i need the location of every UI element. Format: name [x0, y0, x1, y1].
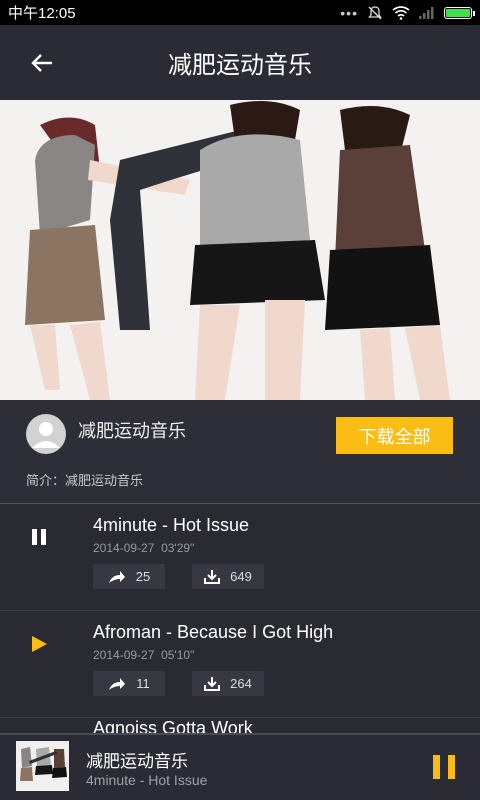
- arrow-left-icon: [31, 53, 52, 72]
- share-button[interactable]: 25: [93, 564, 165, 589]
- pause-button[interactable]: [28, 526, 50, 548]
- mini-player-cover: [16, 741, 69, 791]
- notifications-off-icon: [368, 5, 382, 19]
- battery-icon: [444, 6, 475, 19]
- track-duration: 03'29": [161, 541, 195, 555]
- track-title: Afroman - Because I Got High: [93, 622, 334, 642]
- playlist-info: 减肥运动音乐 下载全部 简介：减肥运动音乐: [0, 400, 480, 504]
- play-button[interactable]: [28, 633, 50, 655]
- mini-player-subtitle: 4minute - Hot Issue: [86, 772, 208, 788]
- status-time: 中午12:05: [8, 5, 76, 22]
- download-icon: [204, 677, 221, 691]
- pause-icon: [32, 529, 46, 545]
- wifi-icon: [392, 5, 410, 20]
- app-bar: 减肥运动音乐: [0, 25, 480, 100]
- user-icon: [32, 422, 60, 448]
- mini-player-title: 减肥运动音乐: [86, 752, 188, 771]
- track-date: 2014-09-27: [93, 648, 155, 662]
- mini-player[interactable]: 减肥运动音乐 4minute - Hot Issue: [0, 733, 480, 800]
- download-count: 264: [230, 676, 252, 691]
- share-icon: [108, 570, 125, 583]
- playlist-description: 简介：减肥运动音乐: [26, 473, 144, 488]
- track-meta: 2014-09-27 05'10": [93, 648, 194, 662]
- status-bar: 中午12:05 •••: [0, 0, 480, 25]
- share-count: 25: [135, 569, 151, 584]
- download-button[interactable]: 649: [192, 564, 264, 589]
- back-button[interactable]: [26, 47, 58, 79]
- share-icon: [109, 677, 126, 690]
- album-cover-image: [0, 100, 480, 400]
- mini-player-pause-icon[interactable]: [432, 754, 456, 780]
- track-date: 2014-09-27: [93, 541, 155, 555]
- share-button[interactable]: 11: [93, 671, 165, 696]
- download-all-button[interactable]: 下载全部: [336, 417, 453, 454]
- more-dots-icon: •••: [340, 4, 358, 21]
- download-count: 649: [230, 569, 252, 584]
- track-title: 4minute - Hot Issue: [93, 515, 250, 535]
- track-row[interactable]: 4minute - Hot Issue 2014-09-27 03'29" 25…: [0, 504, 480, 611]
- page-title: 减肥运动音乐: [168, 52, 312, 79]
- play-icon: [32, 636, 47, 652]
- download-button[interactable]: 264: [192, 671, 264, 696]
- share-count: 11: [136, 676, 150, 691]
- author-name[interactable]: 减肥运动音乐: [78, 417, 186, 443]
- status-icons: •••: [340, 4, 475, 21]
- avatar[interactable]: [26, 414, 66, 454]
- signal-icon: [419, 6, 434, 19]
- track-meta: 2014-09-27 03'29": [93, 541, 194, 555]
- download-icon: [204, 570, 221, 584]
- track-duration: 05'10": [161, 648, 195, 662]
- track-row[interactable]: Afroman - Because I Got High 2014-09-27 …: [0, 611, 480, 718]
